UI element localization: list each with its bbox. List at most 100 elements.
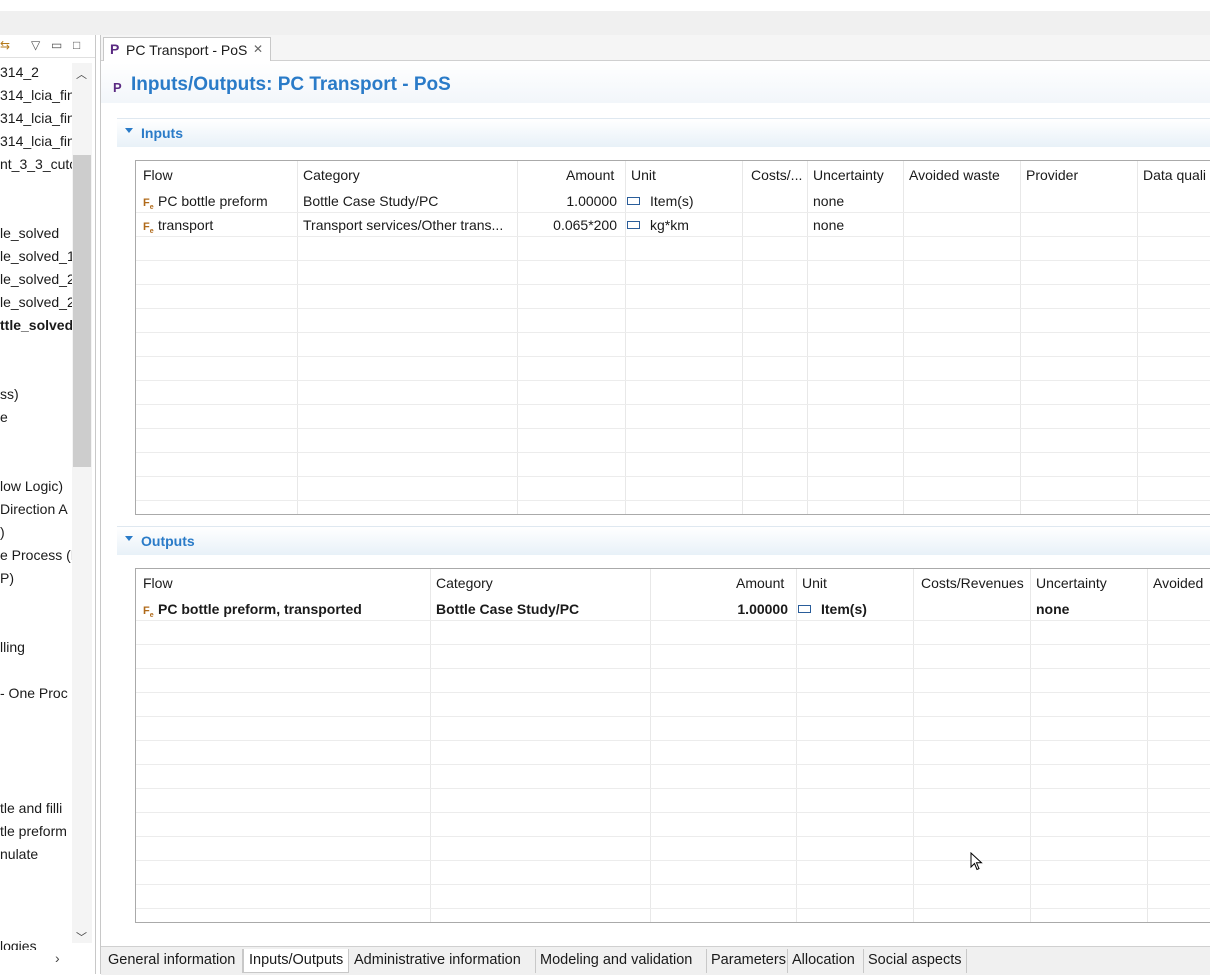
tab-parameters[interactable]: Parameters [707,949,788,973]
collapse-arrow-icon[interactable] [125,128,133,133]
table-column [517,161,626,514]
tree-item[interactable]: logies [0,938,37,950]
editor-page-tabs: General information Inputs/Outputs Admin… [101,946,1210,975]
tree-item[interactable]: - One Proc [0,685,68,701]
column-header-avoided-waste[interactable]: Avoided waste [909,167,1000,183]
tab-inputs-outputs[interactable]: Inputs/Outputs [243,949,349,973]
column-header-flow[interactable]: Flow [143,167,173,183]
tree-item[interactable]: ss) [0,386,19,402]
chevron-right-icon[interactable]: › [55,950,60,966]
tree-item[interactable]: 314_lcia_fin [0,110,75,126]
amount-cell[interactable]: 1.00000 [650,601,788,617]
unit-label: kg*km [650,217,689,233]
view-menu-icon[interactable]: ▽ [31,38,40,52]
table-column [136,161,298,514]
table-column [1020,161,1138,514]
column-header-category[interactable]: Category [436,575,493,591]
minimize-icon[interactable]: ▭ [51,38,62,52]
scroll-up-icon[interactable]: ︿ [76,66,87,82]
tree-item[interactable]: 314_2 [0,64,39,80]
maximize-icon[interactable]: □ [73,38,80,52]
tree-item[interactable]: le_solved [0,225,59,241]
editor-tab[interactable]: P PC Transport - PoS ✕ [103,37,271,61]
column-header-provider[interactable]: Provider [1026,167,1078,183]
window-top-margin [0,0,1210,11]
amount-cell[interactable]: 0.065*200 [517,217,617,233]
tab-administrative-information[interactable]: Administrative information [349,949,536,973]
tree-item[interactable]: ) [0,524,5,540]
unit-cell[interactable]: Item(s) [627,193,737,209]
column-header-category[interactable]: Category [303,167,360,183]
tree-item[interactable]: tle preform [0,823,67,839]
tree-item[interactable]: 314_lcia_fin [0,87,75,103]
tree-item[interactable]: le_solved_2 [0,271,75,287]
uncertainty-cell[interactable]: none [813,193,903,209]
tree-item[interactable]: tle and filli [0,800,62,816]
outputs-section-header[interactable]: Outputs [117,526,1210,555]
scrollbar-thumb[interactable] [73,155,91,467]
column-header-amount[interactable]: Amount [736,575,784,591]
editor-tab-title[interactable]: PC Transport - PoS [126,42,247,58]
navigator-panel: ⇆ ▽ ▭ □ 314_2 314_lcia_fin 314_lcia_fin … [0,35,96,974]
collapse-arrow-icon[interactable] [125,536,133,541]
tree-item[interactable]: low Logic) [0,478,63,494]
tab-modeling-and-validation[interactable]: Modeling and validation [536,949,707,973]
tree-item[interactable]: lling [0,639,25,655]
scroll-down-icon[interactable]: ﹀ [76,929,87,945]
unit-cell[interactable]: Item(s) [798,601,908,617]
uncertainty-cell[interactable]: none [1036,601,1146,617]
table-row[interactable]: Fe PC bottle preform, transported [143,601,428,619]
tree-item[interactable]: 314_lcia_fin [0,133,75,149]
process-icon: P [113,80,122,95]
amount-cell[interactable]: 1.00000 [517,193,617,209]
tab-social-aspects[interactable]: Social aspects [864,949,967,973]
table-row[interactable]: Fe transport [143,217,293,235]
tree-item[interactable]: Direction A [0,501,68,517]
process-editor: P PC Transport - PoS ✕ P Inputs/Outputs:… [100,35,1210,975]
mouse-cursor-icon [970,852,983,871]
category-cell[interactable]: Bottle Case Study/PC [303,193,513,209]
flow-name: PC bottle preform [158,193,268,209]
table-row[interactable]: Fe PC bottle preform [143,193,293,211]
tree-item[interactable]: nulate [0,846,38,862]
tree-item-selected[interactable]: ttle_solved [0,317,73,333]
flow-icon: Fe [143,197,154,212]
column-header-costs[interactable]: Costs/... [751,167,802,183]
tree-item[interactable]: le_solved_2 [0,294,75,310]
tab-general-information[interactable]: General information [104,949,243,973]
outputs-table: Flow Category Amount Unit Costs/Revenues… [135,568,1210,923]
table-column [430,569,651,922]
inputs-table: Flow Category Amount Unit Costs/... Unce… [135,160,1210,515]
column-header-data-quality[interactable]: Data quali [1143,167,1206,183]
column-header-unit[interactable]: Unit [631,167,656,183]
flow-name: transport [158,217,214,233]
category-cell[interactable]: Bottle Case Study/PC [436,601,646,617]
tree-item[interactable]: le_solved_1 [0,248,75,264]
tree-item[interactable]: e Process (P [0,547,80,563]
column-header-uncertainty[interactable]: Uncertainty [1036,575,1107,591]
navigator-toolbar: ⇆ ▽ ▭ □ [0,35,95,58]
table-column [625,161,743,514]
tree-item[interactable]: nt_3_3_cutc [0,156,76,172]
inputs-section-header[interactable]: Inputs [117,118,1210,147]
tree-item[interactable]: P) [0,570,14,586]
column-header-amount[interactable]: Amount [566,167,614,183]
page-title: Inputs/Outputs: PC Transport - PoS [131,74,451,95]
column-header-avoided[interactable]: Avoided [1153,575,1203,591]
form-header: P Inputs/Outputs: PC Transport - PoS [101,63,1210,103]
tab-allocation[interactable]: Allocation [788,949,864,973]
close-icon[interactable]: ✕ [253,42,263,56]
category-cell[interactable]: Transport services/Other trans... [303,217,513,233]
table-column [796,569,914,922]
column-header-flow[interactable]: Flow [143,575,173,591]
unit-cell[interactable]: kg*km [627,217,737,233]
process-icon: P [110,41,120,57]
navigator-scrollbar[interactable]: ︿ ﹀ [72,63,92,945]
column-header-unit[interactable]: Unit [802,575,827,591]
column-header-uncertainty[interactable]: Uncertainty [813,167,884,183]
column-header-costs-revenues[interactable]: Costs/Revenues [921,575,1024,591]
uncertainty-cell[interactable]: none [813,217,903,233]
tree-item[interactable]: e [0,409,8,425]
link-editor-icon[interactable]: ⇆ [0,38,10,52]
table-column [297,161,518,514]
